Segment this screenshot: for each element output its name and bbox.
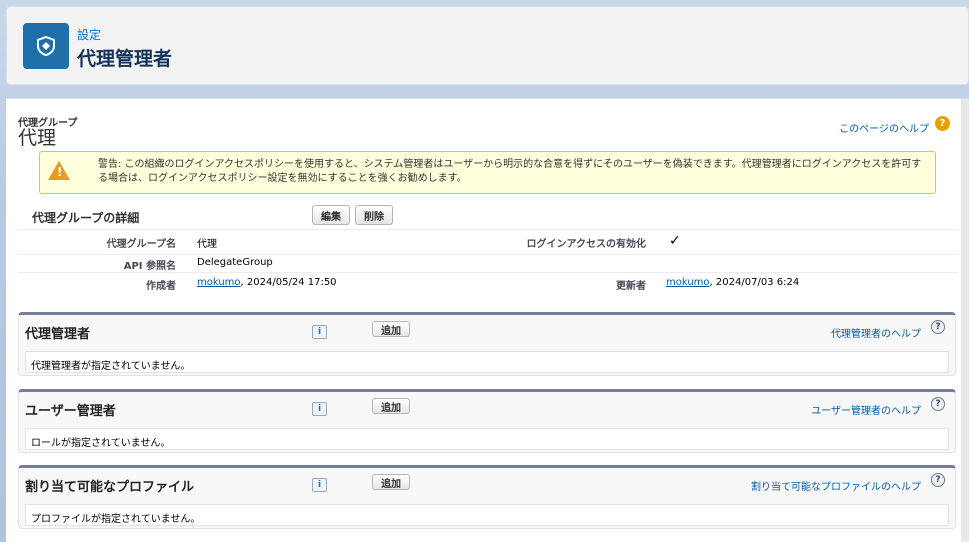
modified-date: , 2024/07/03 6:24 [709,277,800,288]
add-user-admin-button[interactable]: 追加 [372,398,410,414]
section-title: 割り当て可能なプロファイル [25,480,195,495]
help-question-icon[interactable]: ? [931,473,945,487]
section-title: ユーザー管理者 [25,404,116,419]
empty-list-message: プロファイルが指定されていません。 [25,504,949,526]
api-name-label: API 参照名 [123,261,176,272]
warning-message: ! 警告: この組織のログインアクセスポリシーを使用すると、システム管理者はユー… [39,151,936,194]
help-question-icon[interactable]: ? [931,397,945,411]
checkmark-icon: ✓ [669,233,681,249]
setup-header: 設定 代理管理者 [6,6,969,85]
shield-icon [23,23,69,69]
edit-button[interactable]: 編集 [312,205,350,225]
user-admins-help-link[interactable]: ユーザー管理者のヘルプ [811,402,921,417]
user-admins-section: ユーザー管理者 i 追加 ユーザー管理者のヘルプ ? ロールが指定されていません… [18,389,956,453]
section-title: 代理管理者 [25,327,91,342]
scrollbar[interactable] [961,99,969,542]
info-icon[interactable]: i [312,325,327,339]
divider [18,254,958,255]
page-title: 代理 [18,127,57,149]
info-icon[interactable]: i [312,478,327,492]
delegated-admins-section: 代理管理者 i 追加 代理管理者のヘルプ ? 代理管理者が指定されていません。 [18,312,956,376]
api-name-value: DelegateGroup [197,257,273,268]
group-name-label: 代理グループ名 [106,239,176,250]
modified-by-user-link[interactable]: mokumo [666,277,710,288]
empty-list-message: ロールが指定されていません。 [25,428,949,450]
help-question-icon[interactable]: ? [931,320,945,334]
setup-breadcrumb-link[interactable]: 設定 [77,26,101,43]
divider [18,229,958,230]
divider [18,272,958,273]
delete-button[interactable]: 削除 [355,205,393,225]
empty-list-message: 代理管理者が指定されていません。 [25,351,949,373]
help-icon[interactable]: ? [935,116,950,131]
warning-icon: ! [48,161,70,180]
main-content: 代理グループ 代理 このページのヘルプ ? ! 警告: この組織のログインアクセ… [6,98,969,542]
add-profile-button[interactable]: 追加 [372,474,410,490]
assignable-profiles-section: 割り当て可能なプロファイル i 追加 割り当て可能なプロファイルのヘルプ ? プ… [18,465,956,529]
created-by-value: mokumo, 2024/05/24 17:50 [197,277,337,288]
created-date: , 2024/05/24 17:50 [240,277,337,288]
page-header-title: 代理管理者 [77,48,173,70]
modified-by-value: mokumo, 2024/07/03 6:24 [666,277,799,288]
delegated-admins-help-link[interactable]: 代理管理者のヘルプ [831,325,921,340]
add-delegated-admin-button[interactable]: 追加 [372,321,410,337]
warning-text: 警告: この組織のログインアクセスポリシーを使用すると、システム管理者はユーザー… [98,159,922,184]
info-icon[interactable]: i [312,402,327,416]
login-access-label: ログインアクセスの有効化 [526,239,647,250]
page-help-link[interactable]: このページのヘルプ [839,120,929,135]
created-by-label: 作成者 [146,281,176,292]
created-by-user-link[interactable]: mokumo [197,277,241,288]
group-name-value: 代理 [197,239,217,250]
modified-by-label: 更新者 [616,281,646,292]
detail-section-title: 代理グループの詳細 [32,211,140,225]
assignable-profiles-help-link[interactable]: 割り当て可能なプロファイルのヘルプ [751,478,921,493]
